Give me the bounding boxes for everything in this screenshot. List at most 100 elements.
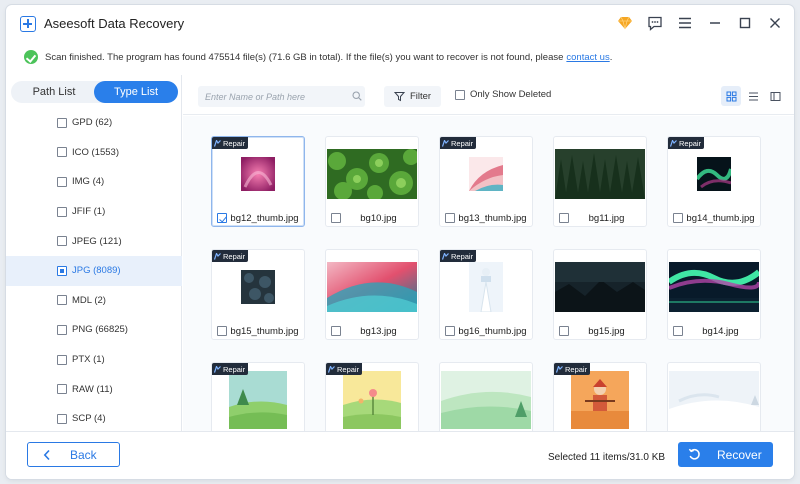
- file-name: bg14.jpg: [702, 325, 739, 337]
- type-checkbox[interactable]: [57, 413, 67, 424]
- file-checkbox[interactable]: [673, 326, 683, 336]
- file-card[interactable]: Repair bg16_thumb.jpg: [439, 249, 533, 340]
- type-item[interactable]: MDL (2): [6, 286, 182, 316]
- file-card-footer: bg14.jpg: [673, 325, 758, 337]
- type-checkbox[interactable]: [57, 206, 67, 217]
- type-item[interactable]: SCP (4): [6, 404, 182, 434]
- file-card[interactable]: bg11.jpg: [553, 136, 647, 227]
- file-card[interactable]: [667, 362, 761, 431]
- file-card-footer: bg16_thumb.jpg: [445, 325, 530, 337]
- app-title: Aseesoft Data Recovery: [44, 16, 185, 31]
- search-icon[interactable]: [352, 91, 362, 101]
- file-card[interactable]: Repair bg12_thumb.jpg: [211, 136, 305, 227]
- file-checkbox[interactable]: [673, 213, 683, 223]
- tab-type-list[interactable]: Type List: [94, 81, 178, 103]
- repair-badge[interactable]: Repair: [554, 363, 591, 375]
- app-window: Aseesoft Data Recovery Scan finished. Th…: [6, 5, 794, 479]
- file-thumbnail: [555, 149, 645, 199]
- tab-path-list[interactable]: Path List: [11, 81, 97, 103]
- repair-badge[interactable]: Repair: [440, 137, 477, 149]
- type-checkbox[interactable]: [57, 265, 67, 276]
- maximize-icon[interactable]: [736, 14, 754, 32]
- type-label: SCP (4): [72, 413, 106, 425]
- crown-icon[interactable]: [616, 14, 634, 32]
- file-name: bg15.jpg: [588, 325, 625, 337]
- window-controls: [616, 14, 784, 32]
- type-checkbox[interactable]: [57, 384, 67, 395]
- type-label: MDL (2): [72, 294, 106, 306]
- file-card-footer: bg11.jpg: [559, 212, 644, 224]
- type-item[interactable]: PNG (66825): [6, 315, 182, 345]
- file-card[interactable]: [439, 362, 533, 431]
- file-thumbnail: [229, 371, 287, 429]
- file-card[interactable]: Repair: [211, 362, 305, 431]
- type-item[interactable]: ICO (1553): [6, 138, 182, 168]
- type-label: JPEG (121): [72, 235, 122, 247]
- repair-icon: [214, 252, 221, 260]
- back-button[interactable]: Back: [27, 442, 120, 467]
- type-checkbox[interactable]: [57, 295, 67, 306]
- file-card[interactable]: bg14.jpg: [667, 249, 761, 340]
- file-checkbox[interactable]: [559, 326, 569, 336]
- file-checkbox[interactable]: [331, 213, 341, 223]
- file-checkbox[interactable]: [331, 326, 341, 336]
- file-card[interactable]: Repair bg13_thumb.jpg: [439, 136, 533, 227]
- file-thumbnail: [555, 262, 645, 312]
- toolbar: Filter Only Show Deleted: [183, 75, 794, 115]
- close-icon[interactable]: [766, 14, 784, 32]
- repair-badge[interactable]: Repair: [668, 137, 705, 149]
- file-card[interactable]: bg15.jpg: [553, 249, 647, 340]
- file-thumbnail: [669, 371, 759, 429]
- file-card[interactable]: Repair: [553, 362, 647, 431]
- type-item[interactable]: JPEG (121): [6, 226, 182, 256]
- type-checkbox[interactable]: [57, 117, 67, 128]
- file-checkbox[interactable]: [217, 326, 227, 336]
- type-checkbox[interactable]: [57, 324, 67, 335]
- type-item[interactable]: RAW (11): [6, 374, 182, 404]
- filter-button[interactable]: Filter: [384, 86, 441, 107]
- minimize-icon[interactable]: [706, 14, 724, 32]
- file-name: bg15_thumb.jpg: [230, 325, 299, 337]
- type-checkbox[interactable]: [57, 147, 67, 158]
- grid-view-button[interactable]: [721, 86, 741, 106]
- type-label: JPG (8089): [72, 265, 121, 277]
- recover-label: Recover: [717, 447, 762, 462]
- feedback-icon[interactable]: [646, 14, 664, 32]
- type-item[interactable]: PTX (1): [6, 345, 182, 375]
- repair-badge[interactable]: Repair: [212, 250, 249, 262]
- only-show-deleted-checkbox[interactable]: Only Show Deleted: [455, 89, 551, 100]
- repair-badge[interactable]: Repair: [326, 363, 363, 375]
- file-thumbnail: [469, 157, 503, 191]
- type-item[interactable]: IMG (4): [6, 167, 182, 197]
- file-thumbnail: [343, 371, 401, 429]
- type-item[interactable]: JPG (8089): [6, 255, 182, 286]
- type-checkbox[interactable]: [57, 236, 67, 247]
- repair-badge[interactable]: Repair: [212, 363, 249, 375]
- repair-badge[interactable]: Repair: [212, 137, 249, 149]
- file-checkbox[interactable]: [559, 213, 569, 223]
- file-card[interactable]: Repair: [325, 362, 419, 431]
- file-card[interactable]: Repair bg15_thumb.jpg: [211, 249, 305, 340]
- type-item[interactable]: JFIF (1): [6, 197, 182, 227]
- menu-icon[interactable]: [676, 14, 694, 32]
- list-view-button[interactable]: [743, 86, 763, 106]
- preview-view-button[interactable]: [765, 86, 785, 106]
- recover-button[interactable]: Recover: [678, 442, 773, 467]
- type-checkbox[interactable]: [57, 354, 67, 365]
- file-card[interactable]: bg10.jpg: [325, 136, 419, 227]
- contact-us-link[interactable]: contact us: [566, 52, 609, 63]
- type-label: ICO (1553): [72, 146, 119, 158]
- file-checkbox[interactable]: [445, 213, 455, 223]
- file-card[interactable]: bg13.jpg: [325, 249, 419, 340]
- file-card-footer: bg14_thumb.jpg: [673, 212, 758, 224]
- filter-icon: [393, 92, 405, 102]
- type-checkbox[interactable]: [57, 176, 67, 187]
- checkbox[interactable]: [455, 89, 465, 100]
- file-checkbox[interactable]: [217, 213, 227, 223]
- file-checkbox[interactable]: [445, 326, 455, 336]
- repair-badge[interactable]: Repair: [440, 250, 477, 262]
- search-input[interactable]: [198, 86, 365, 107]
- type-item[interactable]: GPD (62): [6, 108, 182, 138]
- file-card[interactable]: Repair bg14_thumb.jpg: [667, 136, 761, 227]
- repair-badge-label: Repair: [337, 364, 360, 374]
